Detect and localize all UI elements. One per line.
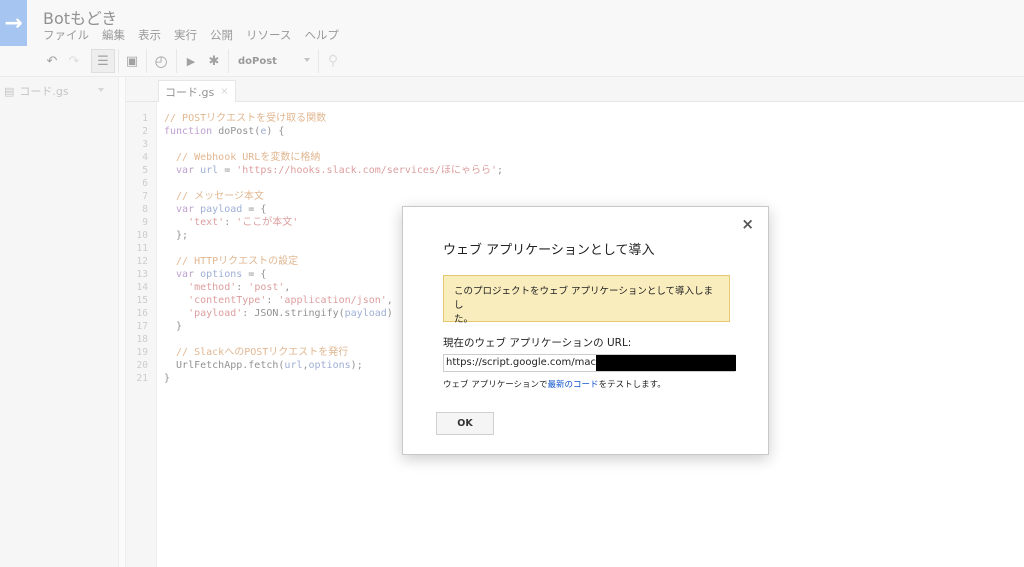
ok-button[interactable]: OK xyxy=(436,412,494,435)
note-prefix: ウェブ アプリケーションで xyxy=(443,380,548,390)
url-label: 現在のウェブ アプリケーションの URL: xyxy=(443,337,632,349)
note-suffix: をテストします。 xyxy=(598,380,666,390)
deploy-dialog: × ウェブ アプリケーションとして導入 このプロジェクトをウェブ アプリケーショ… xyxy=(402,206,769,455)
redaction-bar xyxy=(596,355,736,371)
success-notice: このプロジェクトをウェブ アプリケーションとして導入しまし た。 xyxy=(443,275,730,325)
close-icon[interactable]: × xyxy=(741,215,754,233)
notice-text-line-1: このプロジェクトをウェブ アプリケーションとして導入しまし xyxy=(454,286,714,311)
dialog-title: ウェブ アプリケーションとして導入 xyxy=(443,243,655,258)
latest-code-link[interactable]: 最新のコード xyxy=(548,380,599,390)
test-note: ウェブ アプリケーションで最新のコードをテストします。 xyxy=(443,378,666,390)
notice-text-line-2: た。 xyxy=(454,314,474,325)
